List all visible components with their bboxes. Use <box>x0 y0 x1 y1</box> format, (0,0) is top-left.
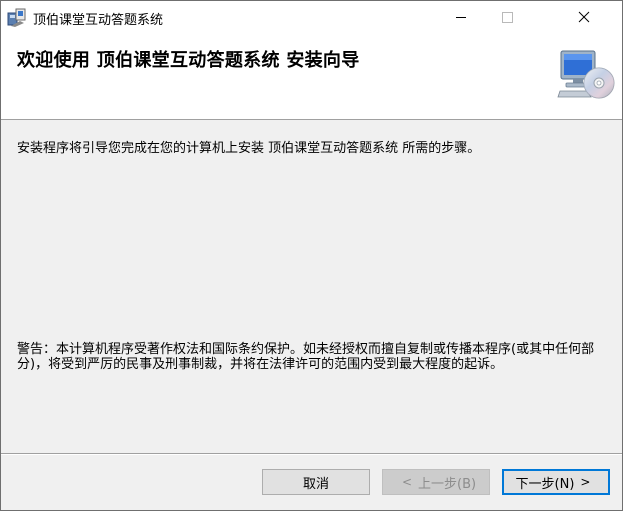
wizard-heading: 欢迎使用 顶伯课堂互动答题系统 安装向导 <box>17 50 360 71</box>
window-title: 顶伯课堂互动答题系统 <box>33 13 164 28</box>
next-button-label: 下一步(N) <box>515 476 575 492</box>
chevron-left-icon: < <box>401 475 412 489</box>
copyright-warning: 警告：本计算机程序受著作权法和国际条约保护。如未经授权而擅自复制或传播本程序(或… <box>17 342 595 372</box>
chevron-right-icon: > <box>580 475 591 489</box>
minimize-icon <box>456 16 466 18</box>
installer-app-icon <box>7 7 27 27</box>
maximize-icon <box>501 11 513 23</box>
footer-divider <box>1 453 622 455</box>
cancel-button[interactable]: 取消 <box>262 469 370 495</box>
back-button-label: 上一步(B) <box>418 476 477 492</box>
header-banner: 欢迎使用 顶伯课堂互动答题系统 安装向导 <box>1 33 622 120</box>
minimize-button[interactable] <box>438 1 484 33</box>
close-button[interactable] <box>546 1 622 33</box>
computer-cd-icon <box>557 47 615 103</box>
maximize-button[interactable] <box>484 1 530 33</box>
close-icon <box>578 11 590 23</box>
title-bar[interactable]: 顶伯课堂互动答题系统 <box>1 1 622 33</box>
installer-window: 顶伯课堂互动答题系统 欢迎使用 顶伯课堂互动答题系统 安装向导 安装程序将引导您… <box>0 0 623 511</box>
next-button[interactable]: 下一步(N) > <box>502 469 610 495</box>
back-button[interactable]: < 上一步(B) <box>382 469 490 495</box>
intro-text: 安装程序将引导您完成在您的计算机上安装 顶伯课堂互动答题系统 所需的步骤。 <box>17 141 481 156</box>
